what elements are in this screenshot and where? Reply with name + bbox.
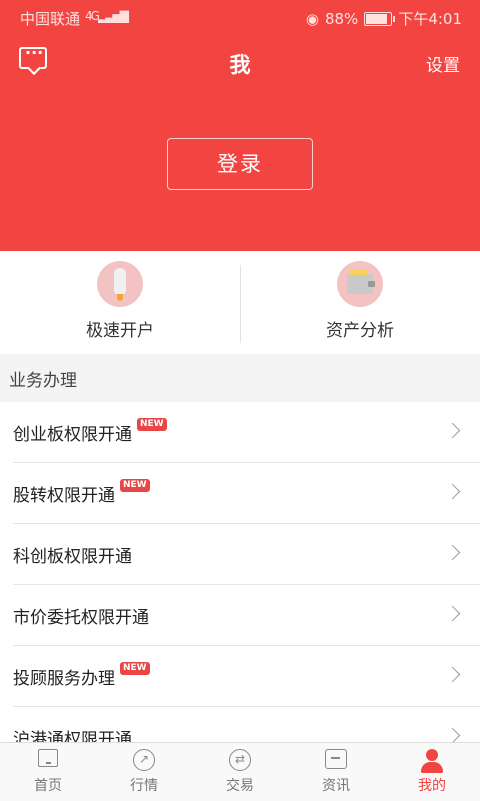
service-label-wrap: 创业板权限开通 NEW	[13, 418, 167, 445]
list-item[interactable]: 创业板权限开通 NEW	[13, 402, 480, 463]
chevron-right-icon	[444, 422, 461, 439]
bottom-tab-bar: 首页 ↗ 行情 ⇄ 交易 资讯 我的	[0, 742, 480, 801]
service-label-wrap: 股转权限开通 NEW	[13, 479, 150, 506]
rocket-icon	[97, 261, 143, 307]
chevron-right-icon	[444, 483, 461, 500]
service-label: 沪港通权限开通	[13, 730, 132, 742]
battery-fill	[366, 13, 388, 24]
new-badge: NEW	[120, 479, 150, 492]
user-icon	[420, 749, 444, 773]
battery-icon	[364, 11, 396, 26]
service-label: 投顾服务办理	[13, 669, 115, 689]
service-label: 科创板权限开通	[13, 547, 132, 567]
list-item[interactable]: 投顾服务办理 NEW	[13, 646, 480, 707]
section-title: 业务办理	[9, 371, 77, 391]
chevron-right-icon	[444, 666, 461, 683]
tab-label: 我的	[418, 778, 446, 794]
tab-mine[interactable]: 我的	[384, 743, 480, 801]
signal-icon: 4G▂▃▅▇	[85, 9, 129, 23]
tab-trade[interactable]: ⇄ 交易	[192, 743, 288, 801]
network-label: 4G	[85, 9, 100, 23]
service-label: 股转权限开通	[13, 486, 115, 506]
tab-market[interactable]: ↗ 行情	[96, 743, 192, 801]
new-badge: NEW	[120, 662, 150, 675]
quick-action-label: 资产分析	[326, 321, 394, 341]
page-title: 我	[229, 53, 251, 77]
quick-action-label: 极速开户	[86, 321, 154, 341]
list-item[interactable]: 市价委托权限开通	[13, 585, 480, 646]
list-item[interactable]: 股转权限开通 NEW	[13, 463, 480, 524]
profile-header: 中国联通 4G▂▃▅▇ ◉ 88% 下午4:01 我 设置 登录	[0, 0, 480, 251]
market-icon: ↗	[133, 749, 155, 771]
trade-icon: ⇄	[229, 749, 251, 771]
settings-button[interactable]: 设置	[426, 51, 460, 76]
service-label-wrap: 投顾服务办理 NEW	[13, 662, 150, 689]
section-header: 业务办理	[0, 354, 480, 402]
new-badge: NEW	[137, 418, 167, 431]
quick-asset-analysis[interactable]: 资产分析	[240, 261, 480, 341]
eye-icon: ◉	[305, 9, 319, 28]
tab-label: 行情	[130, 778, 158, 794]
tab-home[interactable]: 首页	[0, 743, 96, 801]
tab-news[interactable]: 资讯	[288, 743, 384, 801]
tab-label: 交易	[226, 778, 254, 794]
chevron-right-icon	[444, 727, 461, 742]
service-label-wrap: 科创板权限开通	[13, 542, 132, 567]
clock: 下午4:01	[398, 10, 462, 28]
quick-actions: 极速开户 资产分析	[0, 251, 480, 354]
service-list: 创业板权限开通 NEW 股转权限开通 NEW 科创板权限开通 市价委托权限开通 投顾…	[0, 402, 480, 742]
home-icon	[38, 749, 58, 767]
list-item[interactable]: 沪港通权限开通	[13, 707, 480, 742]
tab-label: 资讯	[322, 778, 350, 794]
service-label-wrap: 市价委托权限开通	[13, 603, 149, 628]
list-item[interactable]: 科创板权限开通	[13, 524, 480, 585]
chevron-right-icon	[444, 605, 461, 622]
battery-percent: 88%	[324, 9, 359, 28]
service-label-wrap: 沪港通权限开通	[13, 725, 132, 742]
service-label: 创业板权限开通	[13, 425, 132, 445]
wallet-icon	[337, 261, 383, 307]
status-bar: 中国联通 4G▂▃▅▇ ◉ 88% 下午4:01	[0, 0, 480, 34]
quick-open-account[interactable]: 极速开户	[0, 261, 240, 341]
news-icon	[325, 749, 347, 769]
login-button[interactable]: 登录	[167, 138, 313, 190]
service-label: 市价委托权限开通	[13, 608, 149, 628]
carrier-label: 中国联通	[20, 10, 81, 28]
tab-label: 首页	[34, 778, 62, 794]
chevron-right-icon	[444, 544, 461, 561]
